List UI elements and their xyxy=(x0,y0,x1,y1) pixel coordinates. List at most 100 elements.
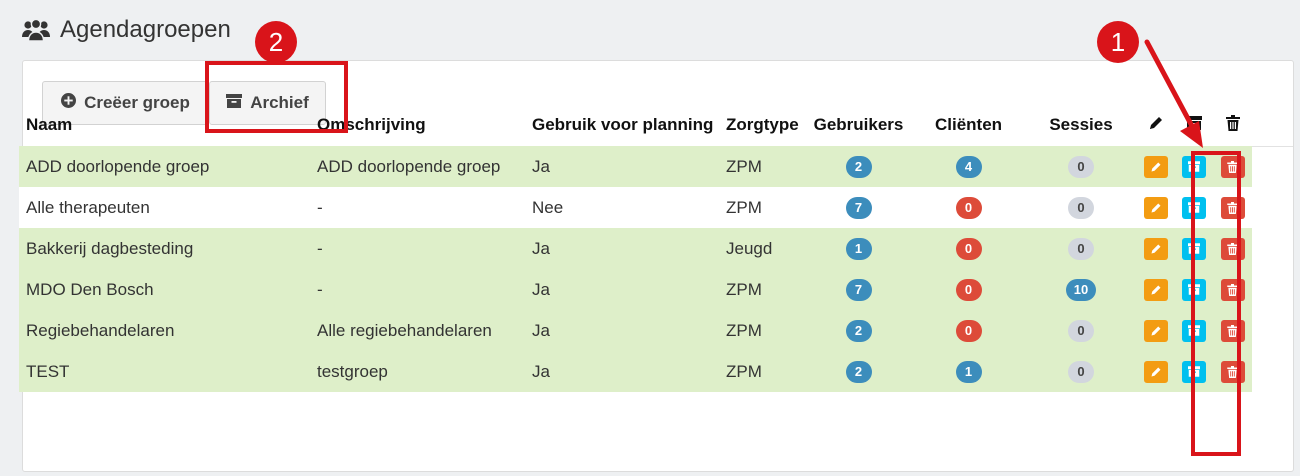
cell-clienten: 0 xyxy=(911,310,1026,351)
users-count-badge: 2 xyxy=(845,319,872,342)
trash-icon xyxy=(1225,114,1240,135)
table-row: TEST testgroep Ja ZPM 2 1 0 xyxy=(19,351,1252,392)
archive-group-button[interactable] xyxy=(1182,196,1206,219)
delete-button[interactable] xyxy=(1220,319,1245,342)
table-header-row: Naam Omschrijving Gebruik voor planning … xyxy=(19,104,1252,146)
users-count-badge: 2 xyxy=(845,360,872,383)
clients-count-badge: 4 xyxy=(955,155,982,178)
delete-button[interactable] xyxy=(1220,360,1245,383)
pencil-icon xyxy=(1150,243,1162,255)
pencil-icon xyxy=(1150,366,1162,378)
column-header-planning[interactable]: Gebruik voor planning xyxy=(525,104,719,146)
archive-icon xyxy=(1186,115,1202,134)
groups-table: Naam Omschrijving Gebruik voor planning … xyxy=(19,104,1252,392)
cell-clienten: 0 xyxy=(911,187,1026,228)
annotation-marker-2: 2 xyxy=(255,21,297,63)
cell-clienten: 0 xyxy=(911,269,1026,310)
cell-sessies: 0 xyxy=(1026,351,1136,392)
users-icon xyxy=(22,18,50,42)
cell-planning: Ja xyxy=(525,228,719,269)
edit-button[interactable] xyxy=(1143,196,1168,219)
delete-button[interactable] xyxy=(1220,196,1245,219)
cell-planning: Ja xyxy=(525,146,719,187)
edit-button[interactable] xyxy=(1143,155,1168,178)
cell-sessies: 10 xyxy=(1026,269,1136,310)
edit-button[interactable] xyxy=(1143,237,1168,260)
pencil-icon xyxy=(1148,116,1164,135)
column-header-zorgtype[interactable]: Zorgtype xyxy=(719,104,806,146)
trash-icon xyxy=(1227,283,1238,296)
cell-sessies: 0 xyxy=(1026,228,1136,269)
cell-naam: Bakkerij dagbesteding xyxy=(19,228,310,269)
cell-omschrijving: - xyxy=(310,187,525,228)
column-header-sessies[interactable]: Sessies xyxy=(1026,104,1136,146)
archive-icon xyxy=(1188,325,1200,336)
delete-button[interactable] xyxy=(1220,155,1245,178)
cell-zorgtype: ZPM xyxy=(719,146,806,187)
sessions-count-badge: 10 xyxy=(1065,278,1097,301)
pencil-icon xyxy=(1150,161,1162,173)
cell-zorgtype: Jeugd xyxy=(719,228,806,269)
cell-planning: Ja xyxy=(525,351,719,392)
edit-button[interactable] xyxy=(1143,278,1168,301)
archive-group-button[interactable] xyxy=(1182,319,1206,342)
page-title: Agendagroepen xyxy=(60,16,231,43)
cell-omschrijving: - xyxy=(310,228,525,269)
cell-planning: Ja xyxy=(525,310,719,351)
clients-count-badge: 0 xyxy=(955,237,982,260)
table-row: Regiebehandelaren Alle regiebehandelaren J… xyxy=(19,310,1252,351)
archive-icon xyxy=(1188,366,1200,377)
archive-group-button[interactable] xyxy=(1182,237,1206,260)
table-row: Bakkerij dagbesteding - Ja Jeugd 1 0 0 xyxy=(19,228,1252,269)
sessions-count-badge: 0 xyxy=(1068,237,1094,260)
sessions-count-badge: 0 xyxy=(1068,360,1094,383)
archive-icon xyxy=(1188,243,1200,254)
users-count-badge: 7 xyxy=(845,196,872,219)
cell-planning: Nee xyxy=(525,187,719,228)
cell-gebruikers: 7 xyxy=(806,187,911,228)
archive-group-button[interactable] xyxy=(1182,278,1206,301)
cell-omschrijving: ADD doorlopende groep xyxy=(310,146,525,187)
cell-naam: ADD doorlopende groep xyxy=(19,146,310,187)
users-count-badge: 2 xyxy=(845,155,872,178)
delete-button[interactable] xyxy=(1220,237,1245,260)
cell-planning: Ja xyxy=(525,269,719,310)
edit-button[interactable] xyxy=(1143,360,1168,383)
cell-omschrijving: testgroep xyxy=(310,351,525,392)
cell-sessies: 0 xyxy=(1026,187,1136,228)
clients-count-badge: 0 xyxy=(955,319,982,342)
cell-naam: Regiebehandelaren xyxy=(19,310,310,351)
column-header-clienten[interactable]: Cliënten xyxy=(911,104,1026,146)
cell-omschrijving: - xyxy=(310,269,525,310)
trash-icon xyxy=(1227,324,1238,337)
pencil-icon xyxy=(1150,325,1162,337)
delete-button[interactable] xyxy=(1220,278,1245,301)
trash-icon xyxy=(1227,160,1238,173)
users-count-badge: 7 xyxy=(845,278,872,301)
archive-group-button[interactable] xyxy=(1182,360,1206,383)
trash-icon xyxy=(1227,242,1238,255)
annotation-marker-1: 1 xyxy=(1097,21,1139,63)
cell-zorgtype: ZPM xyxy=(719,310,806,351)
archive-icon xyxy=(1188,284,1200,295)
cell-naam: TEST xyxy=(19,351,310,392)
page-header: Agendagroepen xyxy=(22,12,231,48)
table-row: MDO Den Bosch - Ja ZPM 7 0 10 xyxy=(19,269,1252,310)
table-row: ADD doorlopende groep ADD doorlopende gro… xyxy=(19,146,1252,187)
cell-clienten: 0 xyxy=(911,228,1026,269)
clients-count-badge: 0 xyxy=(955,278,982,301)
cell-clienten: 1 xyxy=(911,351,1026,392)
archive-group-button[interactable] xyxy=(1182,155,1206,178)
cell-omschrijving: Alle regiebehandelaren xyxy=(310,310,525,351)
archive-icon xyxy=(1188,202,1200,213)
cell-gebruikers: 2 xyxy=(806,146,911,187)
column-header-gebruikers[interactable]: Gebruikers xyxy=(806,104,911,146)
column-header-omschrijving[interactable]: Omschrijving xyxy=(310,104,525,146)
column-header-naam[interactable]: Naam xyxy=(19,104,310,146)
sessions-count-badge: 0 xyxy=(1068,319,1094,342)
cell-gebruikers: 7 xyxy=(806,269,911,310)
sessions-count-badge: 0 xyxy=(1068,155,1094,178)
users-count-badge: 1 xyxy=(845,237,872,260)
edit-button[interactable] xyxy=(1143,319,1168,342)
sessions-count-badge: 0 xyxy=(1068,196,1094,219)
